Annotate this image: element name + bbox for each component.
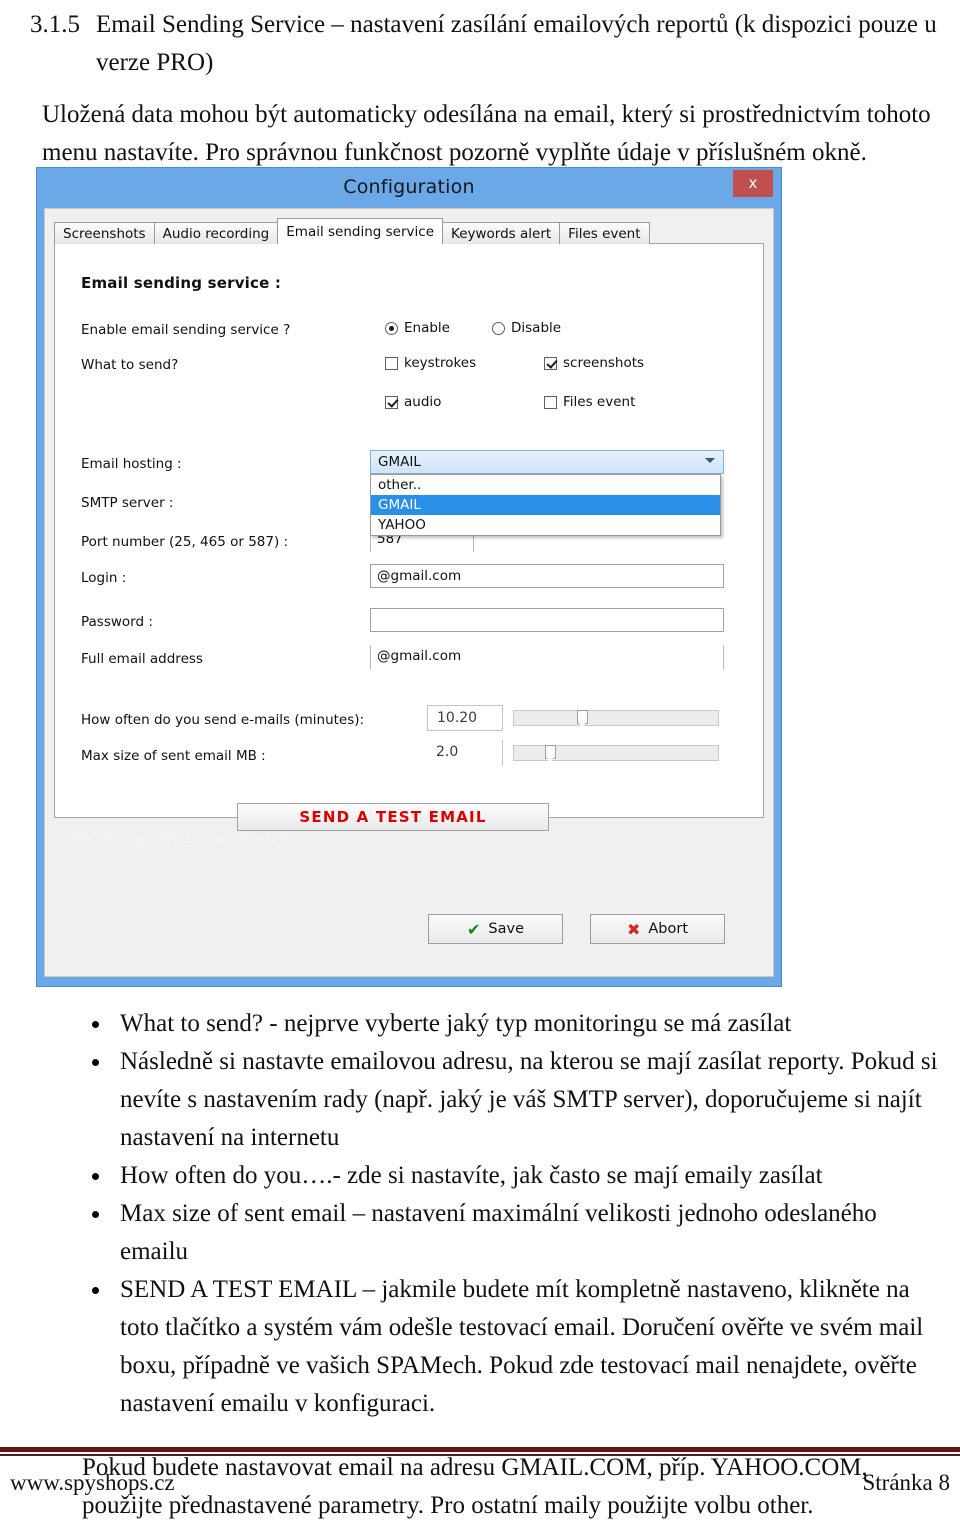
abort-button-label: Abort: [648, 921, 689, 937]
checkbox-screenshots[interactable]: screenshots: [544, 355, 644, 371]
list-item: What to send? - nejprve vyberte jaký typ…: [82, 1005, 940, 1043]
window-body: Screenshots Audio recording Email sendin…: [44, 208, 774, 977]
bullet-list: What to send? - nejprve vyberte jaký typ…: [0, 1005, 960, 1423]
password-input[interactable]: [370, 608, 724, 632]
how-often-label: How often do you send e-mails (minutes):: [81, 712, 365, 728]
list-item: SEND A TEST EMAIL – jakmile budete mít k…: [82, 1271, 940, 1423]
login-input[interactable]: @gmail.com: [370, 564, 724, 588]
what-to-send-label: What to send?: [81, 357, 179, 373]
checkbox-files-event-label: Files event: [563, 394, 636, 410]
check-icon: ✔: [467, 919, 481, 939]
page-footer: www.spyshops.cz Stránka 8: [10, 1470, 950, 1496]
configuration-window: Configuration x Screenshots Audio record…: [36, 167, 782, 987]
heading-text: Email Sending Service – nastavení zasílá…: [96, 11, 937, 76]
status-text: Monitoring software is activated: [71, 831, 288, 847]
full-email-label: Full email address: [81, 651, 203, 667]
radio-enable-label: Enable: [404, 320, 450, 336]
list-item: How often do you….- zde si nastavíte, ja…: [82, 1157, 940, 1195]
section-title: Email sending service :: [81, 274, 282, 292]
smtp-server-label: SMTP server :: [81, 495, 174, 511]
checkbox-keystrokes-label: keystrokes: [404, 355, 477, 371]
password-label: Password :: [81, 614, 153, 630]
heading-number: 3.1.5: [30, 11, 80, 38]
list-item: Následně si nastavte emailovou adresu, n…: [82, 1043, 940, 1157]
checkbox-files-event-icon: [544, 395, 557, 409]
enable-service-label: Enable email sending service ?: [81, 322, 291, 338]
email-hosting-combobox[interactable]: GMAIL: [370, 450, 724, 474]
tab-email-sending-service[interactable]: Email sending service: [277, 218, 444, 244]
max-size-slider[interactable]: [513, 745, 719, 763]
list-item: Max size of sent email – nastavení maxim…: [82, 1195, 940, 1271]
checkbox-audio[interactable]: audio: [385, 394, 441, 410]
radio-enable[interactable]: Enable: [385, 320, 450, 336]
radio-enable-icon: [385, 321, 398, 335]
abort-button[interactable]: ✖ Abort: [590, 914, 725, 944]
checkbox-screenshots-icon: [544, 356, 557, 370]
max-size-value: 2.0: [436, 744, 459, 760]
option-other[interactable]: other..: [371, 475, 720, 495]
login-value: @gmail.com: [377, 568, 462, 584]
save-button-label: Save: [488, 921, 524, 937]
tab-files-event[interactable]: Files event: [559, 222, 650, 244]
max-size-slider-handle[interactable]: [544, 745, 556, 763]
radio-disable[interactable]: Disable: [492, 320, 561, 336]
option-gmail[interactable]: GMAIL: [371, 495, 720, 515]
how-often-slider[interactable]: [513, 710, 719, 728]
tab-bar: Screenshots Audio recording Email sendin…: [54, 218, 764, 244]
checkbox-keystrokes-icon: [385, 356, 398, 370]
save-button[interactable]: ✔ Save: [428, 914, 563, 944]
checkbox-audio-label: audio: [404, 394, 442, 410]
document-page: 3.1.5 Email Sending Service – nastavení …: [0, 0, 960, 172]
email-hosting-label: Email hosting :: [81, 456, 182, 472]
how-often-slider-handle[interactable]: [577, 710, 589, 728]
full-email-input[interactable]: @gmail.com: [370, 645, 724, 669]
chevron-down-icon: [705, 458, 715, 463]
email-hosting-value: GMAIL: [378, 454, 421, 470]
port-number-label: Port number (25, 465 or 587) :: [81, 534, 289, 550]
checkbox-keystrokes[interactable]: keystrokes: [385, 355, 476, 371]
close-icon[interactable]: x: [733, 170, 773, 197]
window-title: Configuration: [343, 176, 475, 198]
checkbox-screenshots-label: screenshots: [563, 355, 645, 371]
page-title: 3.1.5 Email Sending Service – nastavení …: [0, 0, 960, 82]
tab-screenshots[interactable]: Screenshots: [54, 222, 155, 244]
email-hosting-dropdown-list[interactable]: other.. GMAIL YAHOO: [370, 474, 721, 536]
window-titlebar: Configuration x: [37, 168, 781, 208]
footer-website: www.spyshops.cz: [10, 1470, 175, 1495]
footer-divider: [0, 1447, 960, 1456]
max-size-label: Max size of sent email MB :: [81, 748, 266, 764]
tab-panel-email-sending-service: Email sending service : Enable email sen…: [54, 243, 764, 831]
checkbox-audio-icon: [385, 395, 398, 409]
footer-page-number: Stránka 8: [862, 1470, 950, 1495]
how-often-input[interactable]: 10.20: [427, 705, 503, 731]
how-often-value: 10.20: [437, 710, 478, 726]
checkbox-files-event[interactable]: Files event: [544, 394, 635, 410]
radio-disable-icon: [492, 321, 505, 335]
send-test-email-button[interactable]: SEND A TEST EMAIL: [237, 803, 549, 831]
login-label: Login :: [81, 570, 127, 586]
max-size-input[interactable]: 2.0: [427, 740, 503, 766]
intro-paragraph: Uložená data mohou být automaticky odesí…: [42, 101, 931, 166]
cross-icon: ✖: [626, 919, 641, 939]
option-yahoo[interactable]: YAHOO: [371, 515, 720, 535]
full-email-value: @gmail.com: [377, 648, 462, 664]
tab-audio-recording[interactable]: Audio recording: [153, 222, 279, 244]
tab-keywords-alert[interactable]: Keywords alert: [442, 222, 561, 244]
radio-disable-label: Disable: [511, 320, 562, 336]
